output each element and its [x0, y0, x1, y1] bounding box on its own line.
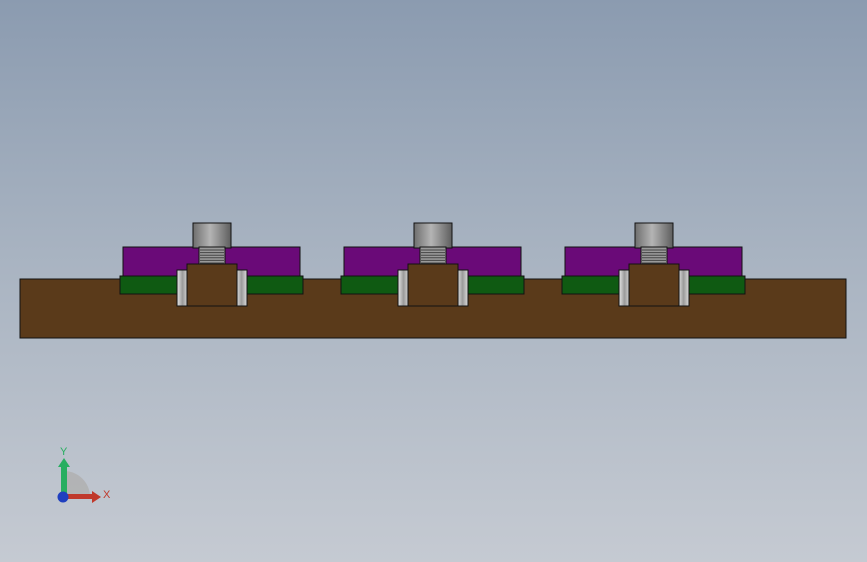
clamp-assembly-1[interactable]	[119, 222, 304, 307]
rail-strip-left[interactable]	[561, 275, 622, 295]
screw-cap[interactable]	[413, 222, 453, 249]
washer-left[interactable]	[618, 269, 631, 307]
nut-block[interactable]	[186, 263, 238, 307]
y-axis-label: Y	[60, 446, 68, 458]
screw-cap[interactable]	[192, 222, 232, 249]
x-axis-icon	[64, 494, 94, 499]
washer-left[interactable]	[397, 269, 410, 307]
washer-right[interactable]	[677, 269, 690, 307]
rail-strip-left[interactable]	[340, 275, 401, 295]
triad-arc-icon	[64, 471, 90, 497]
washer-right[interactable]	[235, 269, 248, 307]
rail-strip-right[interactable]	[244, 275, 304, 295]
rail-strip-right[interactable]	[465, 275, 525, 295]
graphics-viewport[interactable]: Y X	[0, 0, 867, 562]
rail-strip-right[interactable]	[686, 275, 746, 295]
rail-strip-left[interactable]	[119, 275, 180, 295]
clamp-assembly-3[interactable]	[561, 222, 746, 307]
x-arrow-icon	[92, 491, 101, 503]
washer-left[interactable]	[176, 269, 189, 307]
washer-right[interactable]	[456, 269, 469, 307]
nut-block[interactable]	[407, 263, 459, 307]
screw-cap[interactable]	[634, 222, 674, 249]
model-view[interactable]	[0, 0, 867, 562]
x-axis-label: X	[103, 489, 111, 501]
z-axis-icon	[57, 491, 69, 503]
orientation-triad: Y X	[50, 440, 120, 515]
clamp-assembly-2[interactable]	[340, 222, 525, 307]
nut-block[interactable]	[628, 263, 680, 307]
y-arrow-icon	[58, 458, 70, 467]
